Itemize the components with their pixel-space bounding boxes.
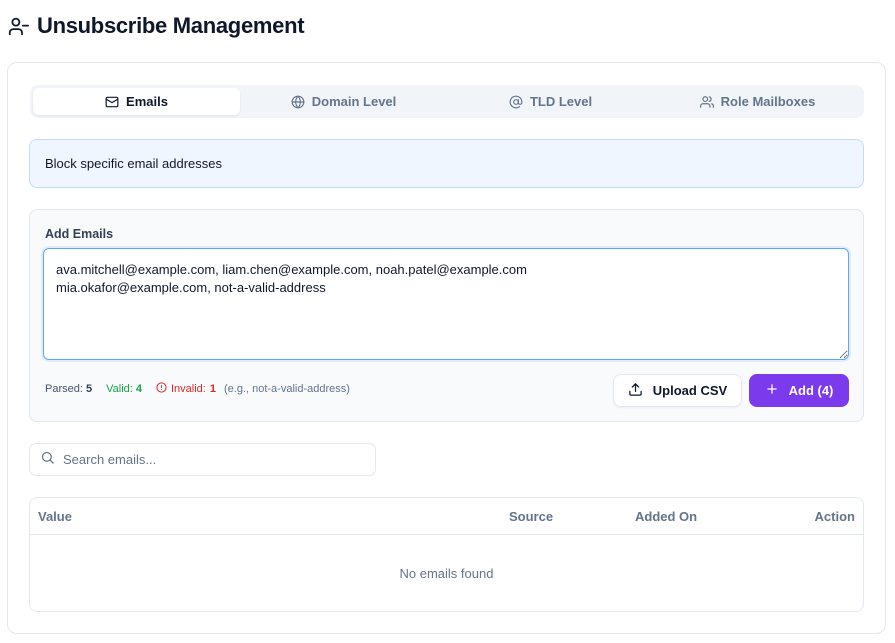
upload-csv-label: Upload CSV [652, 383, 728, 398]
add-emails-label: Add Emails [45, 227, 114, 241]
tab-label: Domain Level [311, 94, 397, 109]
page-header: Unsubscribe Management [8, 12, 305, 40]
tab-label: TLD Level [529, 94, 593, 109]
tab-emails[interactable]: Emails [33, 88, 240, 115]
tab-domain-level[interactable]: Domain Level [240, 88, 447, 115]
upload-icon [628, 382, 643, 400]
tab-label: Role Mailboxes [720, 94, 816, 109]
invalid-example: (e.g., not-a-valid-address) [223, 383, 350, 395]
at-sign-icon [509, 95, 523, 109]
stat-parsed: Parsed: 5 [45, 383, 92, 395]
column-header-source[interactable]: Source [509, 509, 553, 524]
column-header-added-on[interactable]: Added On [635, 509, 697, 524]
plus-icon [765, 382, 779, 399]
parsed-label: Parsed: [45, 383, 83, 395]
stat-valid: Valid: 4 [106, 383, 142, 395]
invalid-count: 1 [209, 383, 216, 395]
column-header-action: Action [814, 509, 855, 524]
main-card: Emails Domain Level TLD Level Role Mailb… [7, 62, 886, 634]
empty-state-text: No emails found [399, 566, 494, 581]
page-title: Unsubscribe Management [37, 13, 305, 38]
invalid-label: Invalid: [171, 383, 206, 395]
emails-table: Value Source Added On Action No emails f… [29, 497, 864, 612]
tab-list: Emails Domain Level TLD Level Role Mailb… [30, 85, 864, 118]
search-field[interactable] [29, 443, 376, 476]
globe-icon [291, 95, 305, 109]
search-input[interactable] [63, 452, 353, 467]
email-textarea[interactable] [43, 248, 849, 360]
tab-tld-level[interactable]: TLD Level [447, 88, 654, 115]
parse-stats: Parsed: 5 Valid: 4 Invalid: 1 (e.g., not [45, 382, 350, 396]
add-button-label: Add (4) [788, 383, 834, 398]
users-icon [699, 95, 714, 109]
tab-role-mailboxes[interactable]: Role Mailboxes [654, 88, 861, 115]
empty-state: No emails found [30, 535, 863, 611]
info-text: Block specific email addresses [45, 156, 223, 171]
add-emails-panel: Add Emails Parsed: 5 Valid: 4 Inval [29, 209, 864, 422]
valid-label: Valid: [106, 383, 133, 395]
upload-csv-button[interactable]: Upload CSV [613, 374, 742, 407]
tab-label: Emails [126, 94, 168, 109]
mail-icon [105, 95, 119, 109]
table-header: Value Source Added On Action [30, 498, 863, 535]
add-emails-button[interactable]: Add (4) [749, 374, 849, 407]
column-header-value[interactable]: Value [38, 509, 72, 524]
alert-circle-icon [156, 382, 167, 396]
search-icon [40, 450, 55, 470]
valid-count: 4 [135, 383, 142, 395]
stat-invalid: Invalid: 1 [156, 382, 216, 396]
info-banner: Block specific email addresses [29, 139, 864, 188]
parsed-count: 5 [85, 383, 93, 395]
user-minus-icon [8, 16, 29, 37]
